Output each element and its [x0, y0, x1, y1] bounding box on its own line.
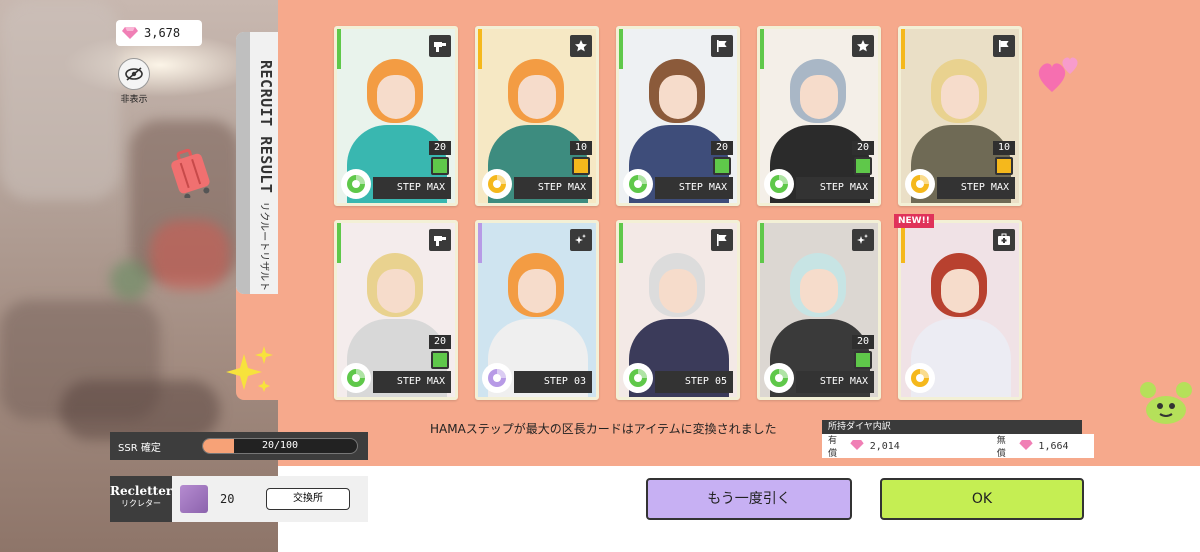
- step-label: STEP MAX: [655, 177, 733, 199]
- sparkle-icon: [570, 229, 592, 251]
- new-badge: NEW!!: [894, 214, 934, 228]
- book-icon: [995, 157, 1013, 175]
- diamond-balance: 3,678: [116, 20, 202, 46]
- book-icon: [713, 157, 731, 175]
- step-label: STEP MAX: [937, 177, 1015, 199]
- attribute-icon: [341, 363, 371, 393]
- suitcase-icon: [168, 146, 216, 202]
- conversion-message: HAMAステップが最大の区長カードはアイテムに変換されました: [430, 422, 777, 436]
- recletter-tag: Recletter リクレター: [110, 476, 172, 522]
- eye-slash-icon: [118, 58, 150, 90]
- medic-icon: [993, 229, 1015, 251]
- exchange-button[interactable]: 交換所: [266, 488, 350, 510]
- diamond-icon: [122, 27, 138, 39]
- recruit-card[interactable]: STEP 05: [616, 220, 740, 400]
- diamond-amount: 3,678: [144, 26, 181, 40]
- step-label: STEP MAX: [373, 177, 451, 199]
- book-icon: [854, 157, 872, 175]
- recruit-result-title: RECRUIT RESULTリクルートリザルト: [257, 60, 275, 292]
- attribute-icon: [623, 363, 653, 393]
- ssr-label: SSR 確定: [118, 442, 161, 454]
- item-count: 20: [429, 335, 451, 349]
- draw-again-button[interactable]: もう一度引く: [646, 478, 852, 520]
- item-count: 20: [429, 141, 451, 155]
- recruit-card[interactable]: 20 STEP MAX: [757, 26, 881, 206]
- step-label: STEP 03: [514, 371, 592, 393]
- hide-label: 非表示: [120, 95, 148, 105]
- recletter-panel: Recletter リクレター 20 交換所: [110, 476, 368, 522]
- hearts-icon: [1036, 52, 1082, 100]
- recruit-card[interactable]: 20 STEP MAX: [334, 26, 458, 206]
- diamond-icon: [1018, 440, 1035, 452]
- flag-icon: [711, 229, 733, 251]
- drill-icon: [429, 35, 451, 57]
- attribute-icon: [764, 169, 794, 199]
- step-label: STEP MAX: [514, 177, 592, 199]
- diamond-breakdown: 所持ダイヤ内訳 有償 2,014 無償 1,664: [822, 420, 1094, 459]
- recruit-card[interactable]: [898, 220, 1022, 400]
- attribute-icon: [905, 363, 935, 393]
- ok-button[interactable]: OK: [880, 478, 1084, 520]
- paid-label: 有償: [828, 436, 838, 459]
- step-label: STEP MAX: [373, 371, 451, 393]
- ssr-progress-bar: 20/100: [202, 438, 358, 454]
- book-icon: [854, 351, 872, 369]
- recruit-card[interactable]: 20 STEP MAX: [757, 220, 881, 400]
- sparkle-icon: [852, 229, 874, 251]
- hide-button[interactable]: 非表示: [116, 58, 152, 106]
- attribute-icon: [341, 169, 371, 199]
- recruit-card[interactable]: 20 STEP MAX: [616, 26, 740, 206]
- recletter-count: 20: [220, 492, 235, 506]
- recruit-card[interactable]: 10 STEP MAX: [475, 26, 599, 206]
- item-count: 10: [570, 141, 592, 155]
- book-icon: [431, 157, 449, 175]
- item-count: 10: [993, 141, 1015, 155]
- step-label: STEP MAX: [796, 177, 874, 199]
- book-icon: [431, 351, 449, 369]
- step-label: STEP MAX: [796, 371, 874, 393]
- ssr-guarantee: SSR 確定 20/100: [110, 432, 368, 460]
- star-icon: [852, 35, 874, 57]
- attribute-icon: [764, 363, 794, 393]
- drill-icon: [429, 229, 451, 251]
- book-icon: [572, 157, 590, 175]
- free-value: 1,664: [1038, 440, 1069, 452]
- attribute-icon: [482, 169, 512, 199]
- flag-icon: [711, 35, 733, 57]
- attribute-icon: [905, 169, 935, 199]
- free-label: 無償: [996, 436, 1006, 459]
- item-count: 20: [711, 141, 733, 155]
- star-icon: [570, 35, 592, 57]
- recruit-card[interactable]: 20 STEP MAX: [334, 220, 458, 400]
- flag-icon: [993, 35, 1015, 57]
- attribute-icon: [482, 363, 512, 393]
- breakdown-title: 所持ダイヤ内訳: [822, 420, 1082, 434]
- sparkle-icon: [226, 346, 274, 400]
- attribute-icon: [623, 169, 653, 199]
- paid-value: 2,014: [869, 440, 900, 452]
- step-label: STEP 05: [655, 371, 733, 393]
- crab-icon: [1136, 376, 1196, 436]
- item-count: 20: [852, 141, 874, 155]
- diamond-icon: [850, 440, 866, 452]
- letter-icon: [180, 485, 208, 513]
- ssr-progress-text: 20/100: [261, 440, 299, 451]
- recruit-card[interactable]: 10 STEP MAX: [898, 26, 1022, 206]
- recruit-card[interactable]: STEP 03: [475, 220, 599, 400]
- item-count: 20: [852, 335, 874, 349]
